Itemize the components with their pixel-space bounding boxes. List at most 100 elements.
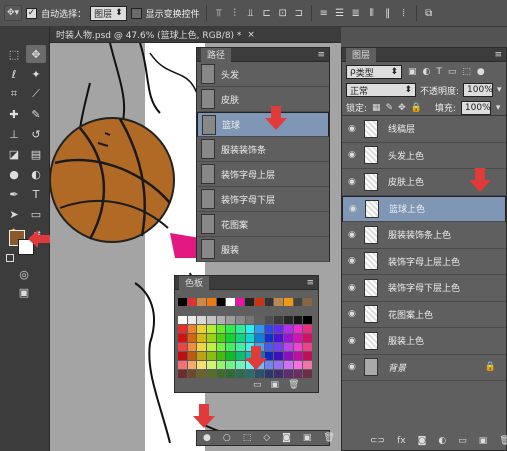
swatch[interactable]	[197, 298, 206, 306]
swatch[interactable]	[264, 298, 274, 306]
swatch[interactable]	[206, 370, 216, 378]
make-path-icon[interactable]: ◇	[263, 433, 270, 443]
swatch[interactable]	[206, 325, 216, 333]
filter-toggle-icon[interactable]: ●	[477, 67, 485, 77]
path-item[interactable]: 装饰字母下层	[197, 187, 329, 212]
swatch[interactable]	[245, 298, 255, 306]
swatch[interactable]	[216, 361, 226, 369]
swatch[interactable]	[206, 334, 216, 342]
fx-icon[interactable]: fx	[397, 436, 406, 446]
swatch[interactable]	[303, 316, 312, 324]
swatch[interactable]	[293, 370, 303, 378]
add-mask-icon[interactable]: ◙	[282, 433, 291, 443]
swatch[interactable]	[178, 316, 187, 324]
pen-tool-icon[interactable]: ✒	[4, 185, 24, 203]
swatch[interactable]	[264, 334, 274, 342]
layer-item[interactable]: ◉ 花图案上色	[342, 302, 506, 328]
brush-tool-icon[interactable]: ✎	[26, 105, 46, 123]
swatch[interactable]	[264, 316, 274, 324]
align-vcenter-icon[interactable]: ⫶	[229, 7, 241, 20]
swatch[interactable]	[255, 334, 264, 342]
swatch[interactable]	[274, 325, 284, 333]
default-colors-icon[interactable]	[6, 254, 14, 262]
layer-item-selected[interactable]: ◉ 篮球上色	[342, 195, 506, 222]
swatch[interactable]	[197, 316, 206, 324]
layer-filter-dropdown[interactable]: ρ 类型 ⬍	[346, 65, 402, 79]
folder-icon[interactable]: ▭	[458, 436, 467, 446]
smart-filter-icon[interactable]: ⬚	[462, 67, 471, 77]
eye-icon[interactable]: ◉	[348, 283, 360, 293]
swatch[interactable]	[235, 370, 245, 378]
auto-align-icon[interactable]: ⧉	[423, 7, 435, 20]
swatch[interactable]	[235, 298, 245, 306]
magic-wand-tool-icon[interactable]: ✦	[26, 65, 46, 83]
swatch[interactable]	[178, 334, 187, 342]
swatch[interactable]	[303, 352, 312, 360]
pixel-filter-icon[interactable]: ▣	[408, 67, 417, 77]
swatch[interactable]	[216, 343, 226, 351]
paths-panel-title[interactable]: 路径	[201, 47, 232, 62]
swatch[interactable]	[178, 361, 187, 369]
swatch[interactable]	[284, 334, 293, 342]
distribute-bottom-icon[interactable]: ≣	[350, 7, 362, 20]
marquee-tool-icon[interactable]: ⬚	[4, 45, 24, 63]
swatch[interactable]	[226, 334, 235, 342]
swatch[interactable]	[178, 325, 187, 333]
opacity-input[interactable]: 100%	[463, 83, 494, 97]
lock-pixels-icon[interactable]: ✎	[386, 103, 394, 113]
panel-menu-icon[interactable]: ≡	[306, 278, 314, 288]
path-item[interactable]: 皮肤	[197, 87, 329, 112]
shape-tool-icon[interactable]: ▭	[26, 205, 46, 223]
fill-input[interactable]: 100%	[460, 100, 491, 115]
close-icon[interactable]: ×	[247, 30, 255, 40]
swatch[interactable]	[226, 370, 235, 378]
swatch[interactable]	[293, 343, 303, 351]
distribute-vcenter-icon[interactable]: ☰	[334, 7, 346, 20]
path-item[interactable]: 头发	[197, 62, 329, 87]
swatch[interactable]	[274, 343, 284, 351]
swatch[interactable]	[303, 298, 312, 306]
swatch[interactable]	[197, 343, 206, 351]
swatch[interactable]	[274, 298, 284, 306]
swatch[interactable]	[197, 334, 206, 342]
new-path-icon[interactable]: ▣	[303, 433, 312, 443]
adjustment-icon[interactable]: ◐	[438, 436, 446, 446]
auto-select-checkbox[interactable]: ✓	[26, 7, 38, 19]
swatch[interactable]	[284, 325, 293, 333]
swatch[interactable]	[255, 325, 264, 333]
path-selection-tool-icon[interactable]: ➤	[4, 205, 24, 223]
quick-mask-icon[interactable]: ◎	[14, 265, 34, 283]
distribute-top-icon[interactable]: ≡	[318, 7, 330, 20]
eye-icon[interactable]: ◉	[348, 124, 360, 134]
eye-icon[interactable]: ◉	[348, 309, 360, 319]
crop-tool-icon[interactable]: ⌗	[4, 85, 24, 103]
link-icon[interactable]: ⊂⊃	[370, 436, 385, 446]
swatch[interactable]	[178, 352, 187, 360]
swatch[interactable]	[206, 316, 216, 324]
screen-mode-icon[interactable]: ▣	[14, 283, 34, 301]
blend-mode-dropdown[interactable]: 正常 ⬍	[346, 83, 416, 97]
lasso-tool-icon[interactable]: ℓ	[4, 65, 24, 83]
swatch[interactable]	[206, 352, 216, 360]
lock-all-icon[interactable]: 🔒	[411, 103, 422, 113]
swatch[interactable]	[303, 370, 312, 378]
swatch[interactable]	[293, 334, 303, 342]
swatch[interactable]	[216, 298, 226, 306]
distribute-hcenter-icon[interactable]: ‖	[382, 7, 394, 20]
shape-filter-icon[interactable]: ▭	[448, 67, 457, 77]
swatch[interactable]	[216, 325, 226, 333]
swatch[interactable]	[226, 343, 235, 351]
swatch[interactable]	[226, 325, 235, 333]
swatch[interactable]	[178, 370, 187, 378]
swatch[interactable]	[187, 361, 197, 369]
path-item[interactable]: 装饰字母上层	[197, 162, 329, 187]
swatch[interactable]	[245, 316, 255, 324]
chevron-down-icon[interactable]: ▾	[497, 85, 502, 95]
swatch[interactable]	[178, 298, 187, 306]
dodge-tool-icon[interactable]: ◐	[26, 165, 46, 183]
swatch[interactable]	[284, 343, 293, 351]
swatch[interactable]	[293, 316, 303, 324]
layer-item[interactable]: ◉ 服装上色	[342, 328, 506, 355]
layer-item[interactable]: ◉ 服装装饰条上色	[342, 222, 506, 249]
lock-transparent-icon[interactable]: ▦	[372, 103, 381, 113]
